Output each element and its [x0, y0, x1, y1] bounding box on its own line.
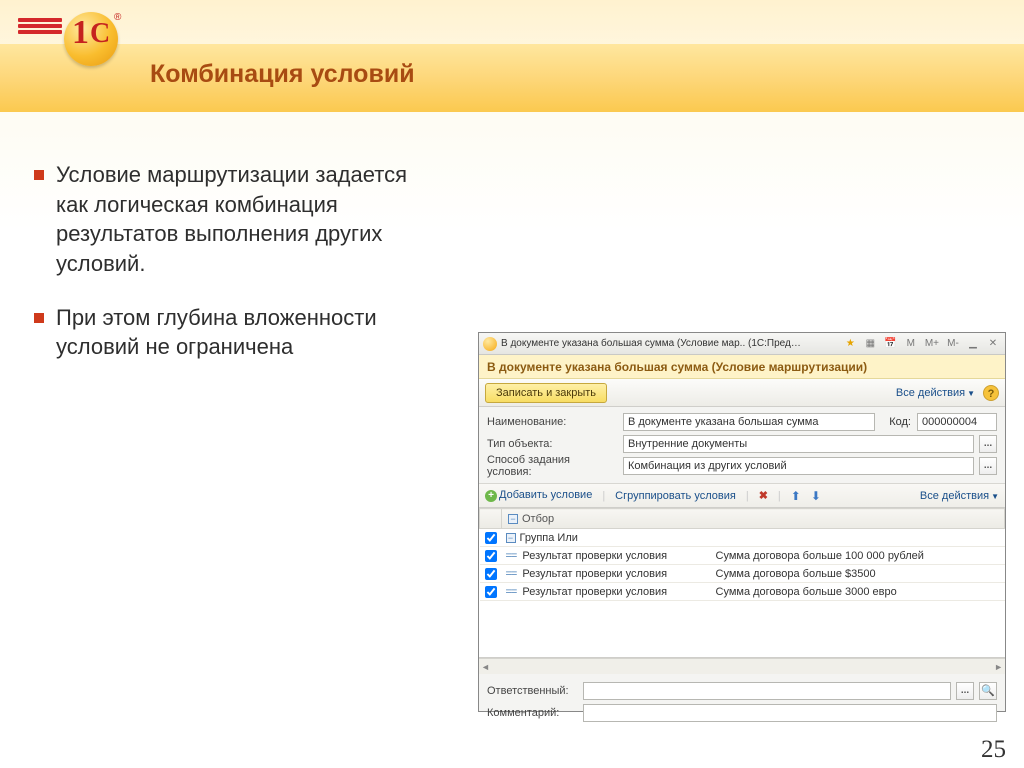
method-input[interactable]: Комбинация из других условий: [623, 457, 974, 475]
move-up-icon[interactable]: ⬆: [791, 489, 801, 503]
row-checkbox[interactable]: [485, 532, 497, 544]
group-conditions-button[interactable]: Сгруппировать условия: [615, 490, 736, 502]
slide-title: Комбинация условий: [150, 60, 415, 89]
code-label: Код:: [889, 416, 911, 428]
col-filter: −Отбор: [502, 509, 1005, 529]
favorite-icon[interactable]: ★: [842, 336, 858, 352]
all-actions-link-2[interactable]: Все действия▼: [920, 490, 999, 502]
condition-row[interactable]: ==Результат проверки условия Сумма догов…: [480, 583, 1005, 601]
main-toolbar: Записать и закрыть Все действия▼ ?: [479, 379, 1005, 407]
minimize-icon[interactable]: ▁: [965, 336, 981, 352]
conditions-grid: −Отбор −Группа Или ==Результат проверки …: [479, 508, 1005, 658]
mem-mminus[interactable]: М-: [945, 336, 961, 352]
method-label: Способ задания условия:: [487, 454, 617, 478]
mem-m[interactable]: М: [903, 336, 919, 352]
collapse-icon[interactable]: −: [506, 533, 516, 543]
col-check: [480, 509, 502, 529]
collapse-icon[interactable]: −: [508, 514, 518, 524]
delete-icon[interactable]: ✖: [759, 489, 768, 502]
row-checkbox[interactable]: [485, 568, 497, 580]
logo-1c: 1C®: [18, 18, 104, 66]
bullet-list: Условие маршрутизации задается как логич…: [34, 160, 414, 386]
type-label: Тип объекта:: [487, 438, 617, 450]
form-heading: В документе указана большая сумма (Услов…: [487, 360, 867, 374]
conditions-toolbar: +Добавить условие | Сгруппировать услови…: [479, 484, 1005, 508]
close-icon[interactable]: ✕: [985, 336, 1001, 352]
h-scrollbar[interactable]: ◄►: [479, 658, 1005, 674]
titlebar: В документе указана большая сумма (Услов…: [479, 333, 1005, 355]
app-icon: [483, 337, 497, 351]
type-picker-button[interactable]: ...: [979, 435, 997, 453]
footer-form: Ответственный: ... 🔍 Комментарий:: [479, 674, 1005, 730]
comment-label: Комментарий:: [487, 707, 577, 719]
bullet-item: При этом глубина вложенности условий не …: [34, 303, 414, 362]
help-icon[interactable]: ?: [983, 385, 999, 401]
responsible-input[interactable]: [583, 682, 951, 700]
responsible-label: Ответственный:: [487, 685, 577, 697]
save-close-button[interactable]: Записать и закрыть: [485, 383, 607, 403]
group-row[interactable]: −Группа Или: [480, 529, 1005, 547]
all-actions-link[interactable]: Все действия▼: [896, 387, 975, 399]
window-title: В документе указана большая сумма (Услов…: [501, 338, 801, 349]
add-condition-button[interactable]: +Добавить условие: [485, 489, 592, 502]
condition-row[interactable]: ==Результат проверки условия Сумма догов…: [480, 565, 1005, 583]
name-input[interactable]: В документе указана большая сумма: [623, 413, 875, 431]
move-down-icon[interactable]: ⬇: [811, 489, 821, 503]
mem-mplus[interactable]: М+: [923, 336, 941, 352]
comment-input[interactable]: [583, 704, 997, 722]
form-fields: Наименование: В документе указана больша…: [479, 407, 1005, 484]
responsible-search-icon[interactable]: 🔍: [979, 682, 997, 700]
row-checkbox[interactable]: [485, 550, 497, 562]
row-checkbox[interactable]: [485, 586, 497, 598]
responsible-picker-button[interactable]: ...: [956, 682, 974, 700]
bullet-item: Условие маршрутизации задается как логич…: [34, 160, 414, 279]
grid-icon[interactable]: ▦: [862, 336, 878, 352]
page-number: 25: [981, 736, 1006, 764]
app-window: В документе указана большая сумма (Услов…: [478, 332, 1006, 712]
condition-row[interactable]: ==Результат проверки условия Сумма догов…: [480, 547, 1005, 565]
method-picker-button[interactable]: ...: [979, 457, 997, 475]
type-input[interactable]: Внутренние документы: [623, 435, 974, 453]
code-input[interactable]: 000000004: [917, 413, 997, 431]
calc-icon[interactable]: 📅: [882, 336, 898, 352]
form-heading-bar: В документе указана большая сумма (Услов…: [479, 355, 1005, 379]
name-label: Наименование:: [487, 416, 617, 428]
